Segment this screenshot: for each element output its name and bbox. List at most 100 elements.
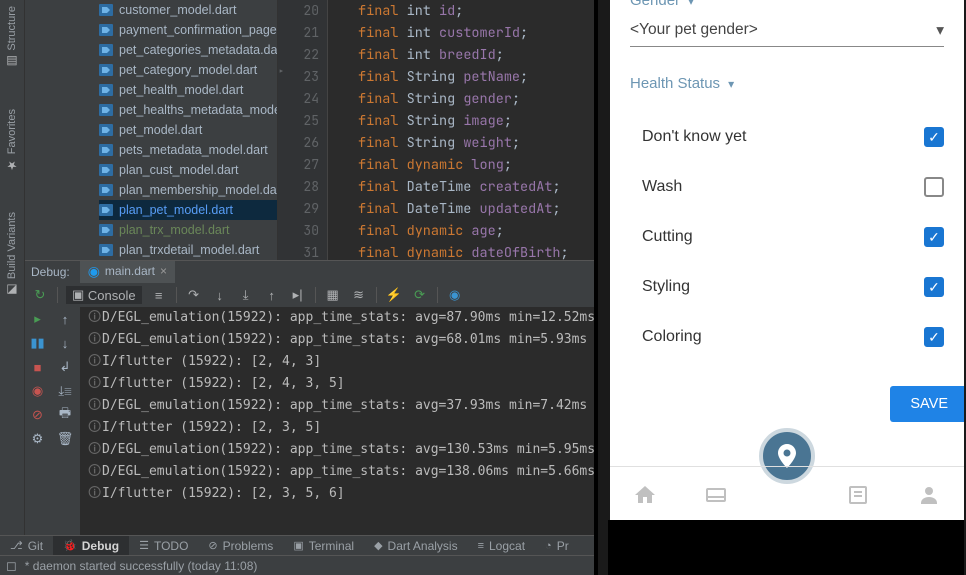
- tree-file[interactable]: pet_categories_metadata.dart: [99, 40, 277, 60]
- tree-file[interactable]: pets_metadata_model.dart: [99, 140, 277, 160]
- tree-file[interactable]: plan_cust_model.dart: [99, 160, 277, 180]
- build-variants-label: Build Variants: [6, 212, 18, 279]
- build-variants-toolwindow[interactable]: ◩ Build Variants: [5, 212, 19, 297]
- clear-icon[interactable]: 🗑: [57, 431, 73, 447]
- pause-icon[interactable]: ▮▮: [30, 335, 46, 351]
- terminal-toolwindow[interactable]: ▣Terminal: [283, 536, 364, 556]
- step-out-icon[interactable]: ↑: [263, 286, 281, 304]
- tree-file[interactable]: plan_pet_model.dart: [99, 200, 277, 220]
- status-icon[interactable]: ◻: [6, 558, 17, 574]
- debug-label: Debug:: [31, 265, 70, 279]
- hot-reload-icon[interactable]: ⚡: [385, 286, 403, 304]
- tree-file[interactable]: customer_model.dart: [99, 0, 277, 20]
- dart-file-icon: [99, 124, 113, 136]
- hot-restart-icon[interactable]: ⟳: [411, 286, 429, 304]
- trace-icon[interactable]: ≋: [350, 286, 368, 304]
- stop-icon[interactable]: ■: [30, 359, 46, 375]
- tree-file-label: pet_categories_metadata.dart: [119, 43, 278, 57]
- tree-file[interactable]: plan_trx_model.dart: [99, 220, 277, 240]
- console-line: 🛈D/EGL_emulation(15922): app_time_stats:…: [88, 329, 594, 351]
- tree-file[interactable]: payment_confirmation_page..: [99, 20, 277, 40]
- devtools-icon[interactable]: ◉: [446, 286, 464, 304]
- run-config-tab[interactable]: ◉ main.dart ×: [80, 261, 175, 283]
- step-into-icon[interactable]: ↓: [211, 286, 229, 304]
- profiler-toolwindow[interactable]: ◔Pr: [535, 536, 579, 556]
- rerun-icon[interactable]: ↻: [31, 286, 49, 304]
- problems-toolwindow[interactable]: ⊘Problems: [198, 536, 283, 556]
- tree-file[interactable]: pet_model.dart: [99, 120, 277, 140]
- gender-section-label[interactable]: Gender ▾: [630, 0, 944, 9]
- health-checkbox[interactable]: ✓: [924, 127, 944, 147]
- code-editor[interactable]: ▸ 202122232425262728293031 final int id;…: [278, 0, 594, 260]
- console-tab[interactable]: ▣ Console: [66, 286, 142, 304]
- health-checkbox[interactable]: ✓: [924, 277, 944, 297]
- tree-file-label: pet_category_model.dart: [119, 63, 257, 77]
- console-line: 🛈D/EGL_emulation(15922): app_time_stats:…: [88, 439, 594, 461]
- mute-breakpoints-icon[interactable]: ⊘: [30, 407, 46, 423]
- tree-file[interactable]: pet_category_model.dart: [99, 60, 277, 80]
- status-text: * daemon started successfully (today 11:…: [25, 559, 258, 573]
- evaluate-icon[interactable]: ▦: [324, 286, 342, 304]
- gender-dropdown[interactable]: <Your pet gender> ▾: [630, 21, 944, 47]
- scroll-down-icon[interactable]: ↓: [57, 335, 73, 351]
- code-area[interactable]: final int id;final int customerId;final …: [328, 0, 594, 260]
- logcat-toolwindow[interactable]: ≡Logcat: [468, 536, 535, 556]
- profile-icon[interactable]: [917, 483, 941, 507]
- card-icon[interactable]: [704, 483, 728, 507]
- console-line: 🛈I/flutter (15922): [2, 3, 5]: [88, 417, 594, 439]
- health-item[interactable]: Wash: [642, 162, 944, 212]
- health-checkbox[interactable]: ✓: [924, 327, 944, 347]
- structure-label: Structure: [6, 6, 18, 51]
- tree-file[interactable]: pet_health_model.dart: [99, 80, 277, 100]
- health-item[interactable]: Don't know yet✓: [642, 112, 944, 162]
- close-icon[interactable]: ×: [160, 264, 167, 278]
- bottom-navigation: [610, 466, 964, 522]
- soft-wrap-icon[interactable]: ↲: [57, 359, 73, 375]
- logcat-icon: ≡: [478, 540, 484, 552]
- dart-analysis-toolwindow[interactable]: ◆Dart Analysis: [364, 536, 468, 556]
- structure-toolwindow[interactable]: ▤ Structure: [5, 6, 19, 69]
- run-to-cursor-icon[interactable]: ▸|: [289, 286, 307, 304]
- terminal-icon: ▣: [293, 539, 303, 552]
- resume-icon[interactable]: ▸: [30, 311, 46, 327]
- health-section-label[interactable]: Health Status ▾: [630, 75, 944, 92]
- git-toolwindow[interactable]: ⎇Git: [0, 536, 53, 556]
- save-button[interactable]: SAVE: [890, 386, 964, 422]
- health-item[interactable]: Cutting✓: [642, 212, 944, 262]
- step-over-icon[interactable]: ↷: [185, 286, 203, 304]
- debug-toolwindow[interactable]: 🐞Debug: [53, 536, 129, 556]
- console-line: 🛈I/flutter (15922): [2, 4, 3, 5]: [88, 373, 594, 395]
- news-icon[interactable]: [846, 483, 870, 507]
- settings-icon[interactable]: ⚙: [30, 431, 46, 447]
- scroll-to-end-icon[interactable]: ⤓≣: [57, 383, 73, 399]
- scroll-up-icon[interactable]: ↑: [57, 311, 73, 327]
- tree-file-label: customer_model.dart: [119, 3, 236, 17]
- separator: [57, 287, 58, 303]
- build-icon: ◩: [5, 283, 19, 297]
- health-checkbox[interactable]: [924, 177, 944, 197]
- health-checkbox[interactable]: ✓: [924, 227, 944, 247]
- console-output[interactable]: 🛈D/EGL_emulation(15922): app_time_stats:…: [80, 307, 594, 535]
- print-icon[interactable]: 🖶: [57, 407, 73, 423]
- tree-file-label: plan_trx_model.dart: [119, 223, 229, 237]
- favorites-toolwindow[interactable]: ★ Favorites: [5, 109, 19, 172]
- view-breakpoints-icon[interactable]: ◉: [30, 383, 46, 399]
- emulator-screen[interactable]: Gender ▾ <Your pet gender> ▾ Health Stat…: [610, 0, 964, 522]
- health-item[interactable]: Styling✓: [642, 262, 944, 312]
- home-icon[interactable]: [633, 483, 657, 507]
- favorites-label: Favorites: [6, 109, 18, 154]
- force-step-into-icon[interactable]: ⤓: [237, 286, 255, 304]
- tree-file-label: payment_confirmation_page..: [119, 23, 278, 37]
- project-tree[interactable]: customer_model.dart payment_confirmation_…: [25, 0, 278, 260]
- tree-file[interactable]: plan_membership_model.dar: [99, 180, 277, 200]
- todo-toolwindow[interactable]: ☰TODO: [129, 536, 198, 556]
- run-marker-icon[interactable]: ▸: [278, 61, 285, 83]
- left-tool-strip: ▤ Structure ★ Favorites ◩ Build Variants…: [0, 0, 25, 555]
- separator: [376, 287, 377, 303]
- threads-icon[interactable]: ≡: [150, 286, 168, 304]
- dart-file-icon: [99, 84, 113, 96]
- tree-file[interactable]: plan_trxdetail_model.dart: [99, 240, 277, 260]
- health-item[interactable]: Coloring✓: [642, 312, 944, 362]
- dart-icon: ◆: [374, 539, 382, 552]
- tree-file[interactable]: pet_healths_metadata_model: [99, 100, 277, 120]
